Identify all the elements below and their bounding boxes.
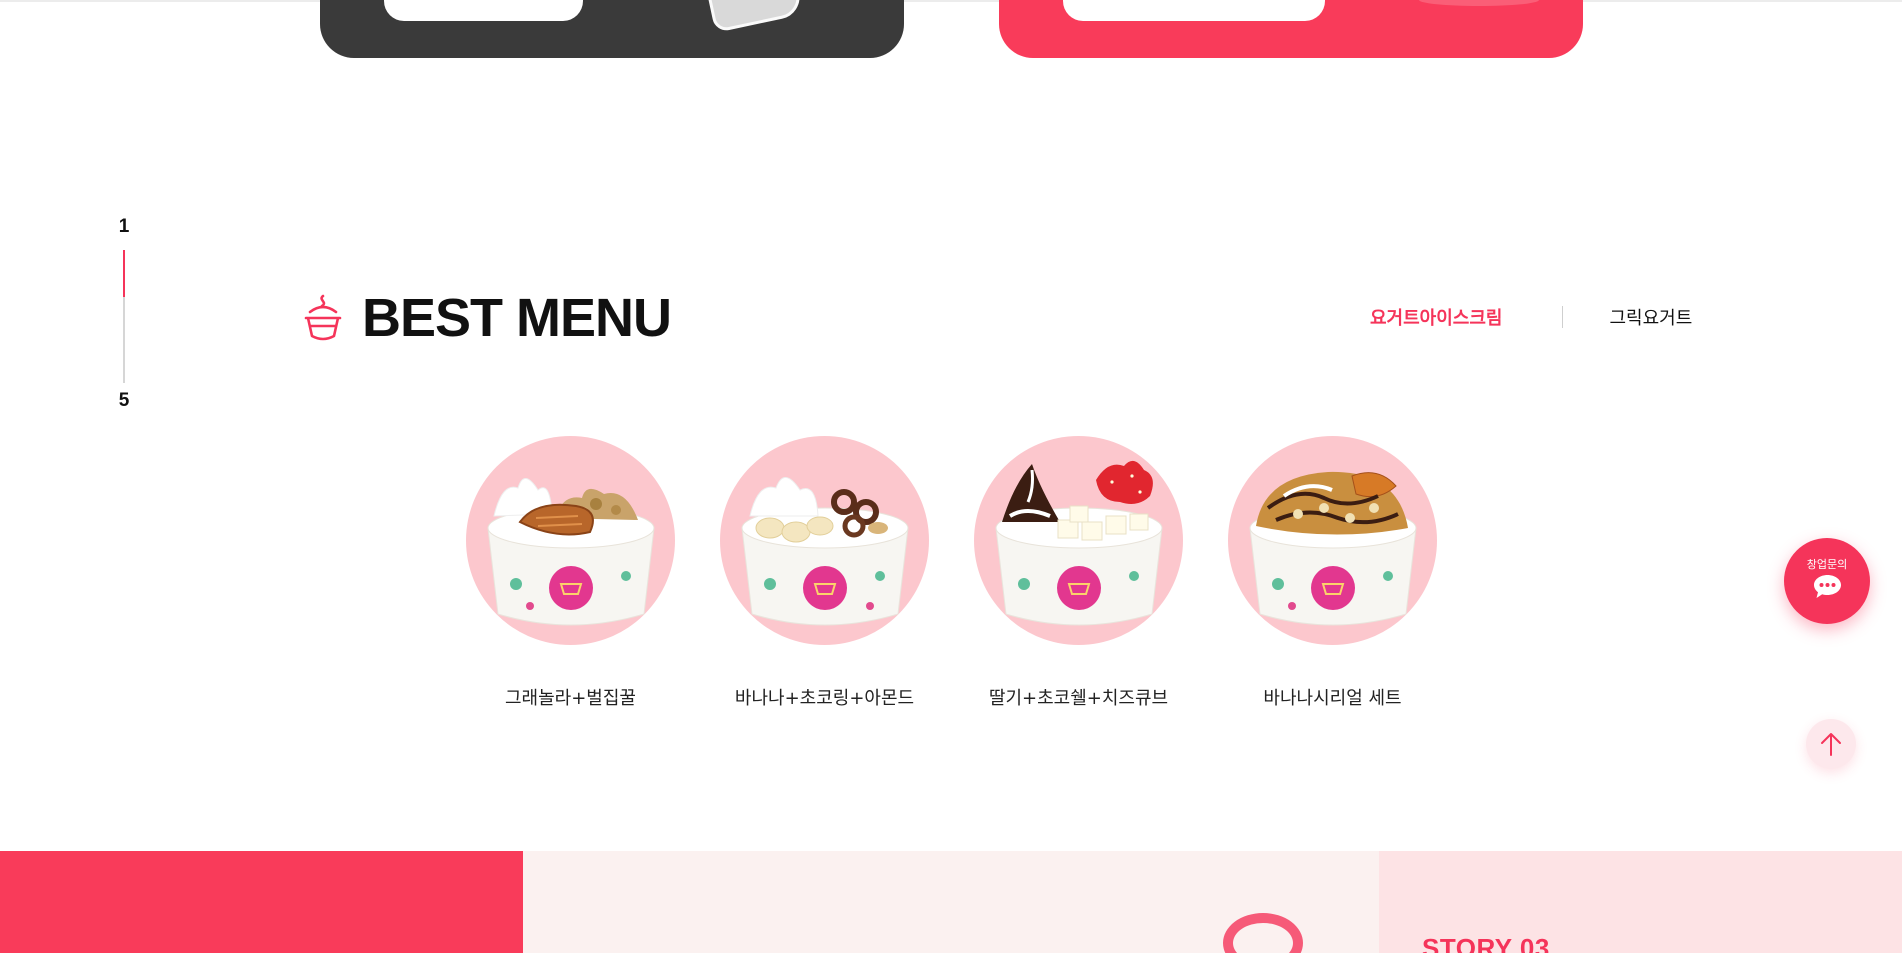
story-label: STORY 03 xyxy=(1422,933,1550,953)
banner-pill-button[interactable] xyxy=(384,0,583,21)
arrow-up-icon xyxy=(1821,733,1841,756)
store-search-pill[interactable] xyxy=(1063,0,1325,21)
pager-progress xyxy=(123,250,125,297)
menu-item-banana-cereal-set[interactable]: 바나나시리얼 세트 xyxy=(1228,436,1437,710)
tab-yogurt-icecream[interactable]: 요거트아이스크림 xyxy=(1370,304,1502,330)
franchise-inquiry-button[interactable]: 창업문의 xyxy=(1784,538,1870,624)
store-search-banner[interactable] xyxy=(999,0,1583,58)
scroll-to-top-button[interactable] xyxy=(1806,719,1856,769)
pager-total: 5 xyxy=(118,390,130,411)
menu-item-strawberry-chocoshell-cheese[interactable]: 딸기+초코쉘+치즈큐브 xyxy=(974,436,1183,710)
section-pager: 1 5 xyxy=(112,216,136,416)
menu-item-photo xyxy=(974,436,1183,645)
story-image-panel xyxy=(523,851,1379,953)
menu-item-name: 딸기+초코쉘+치즈큐브 xyxy=(988,688,1169,709)
menu-item-name: 바나나시리얼 세트 xyxy=(1263,688,1402,709)
tab-greek-yogurt[interactable]: 그릭요거트 xyxy=(1609,304,1692,330)
menu-category-tabs: 요거트아이스크림 그릭요거트 xyxy=(1370,302,1692,332)
app-download-banner[interactable] xyxy=(320,0,904,58)
tab-divider xyxy=(1562,306,1564,328)
phone-image xyxy=(706,0,804,33)
menu-item-name: 바나나+초코링+아몬드 xyxy=(734,688,915,709)
story-decoration xyxy=(1223,913,1303,953)
menu-item-granola-honeycomb[interactable]: 그래놀라+벌집꿀 xyxy=(466,436,675,710)
menu-item-banana-chocoring-almond[interactable]: 바나나+초코링+아몬드 xyxy=(720,436,929,710)
banner-decoration xyxy=(1419,0,1539,6)
franchise-inquiry-label: 창업문의 xyxy=(1806,558,1848,571)
pager-current: 1 xyxy=(118,216,130,237)
story-section: STORY 03 xyxy=(0,851,1902,953)
menu-item-photo xyxy=(1228,436,1437,645)
story-text-panel: STORY 03 xyxy=(1379,851,1902,953)
chat-bubble-icon xyxy=(1814,575,1841,598)
best-menu-list: 그래놀라+벌집꿀 바나나+초코링+아몬드 딸기+초코쉘+치즈큐브 바나나시리얼 … xyxy=(466,436,1437,710)
best-menu-heading: BEST MENU xyxy=(300,288,672,348)
menu-item-photo xyxy=(720,436,929,645)
menu-item-photo xyxy=(466,436,675,645)
section-title: BEST MENU xyxy=(362,288,672,348)
menu-item-name: 그래놀라+벌집꿀 xyxy=(504,688,636,709)
pager-track xyxy=(123,250,125,383)
top-divider xyxy=(0,0,1902,2)
yogurt-cup-icon xyxy=(304,294,342,341)
story-red-panel xyxy=(0,851,523,953)
